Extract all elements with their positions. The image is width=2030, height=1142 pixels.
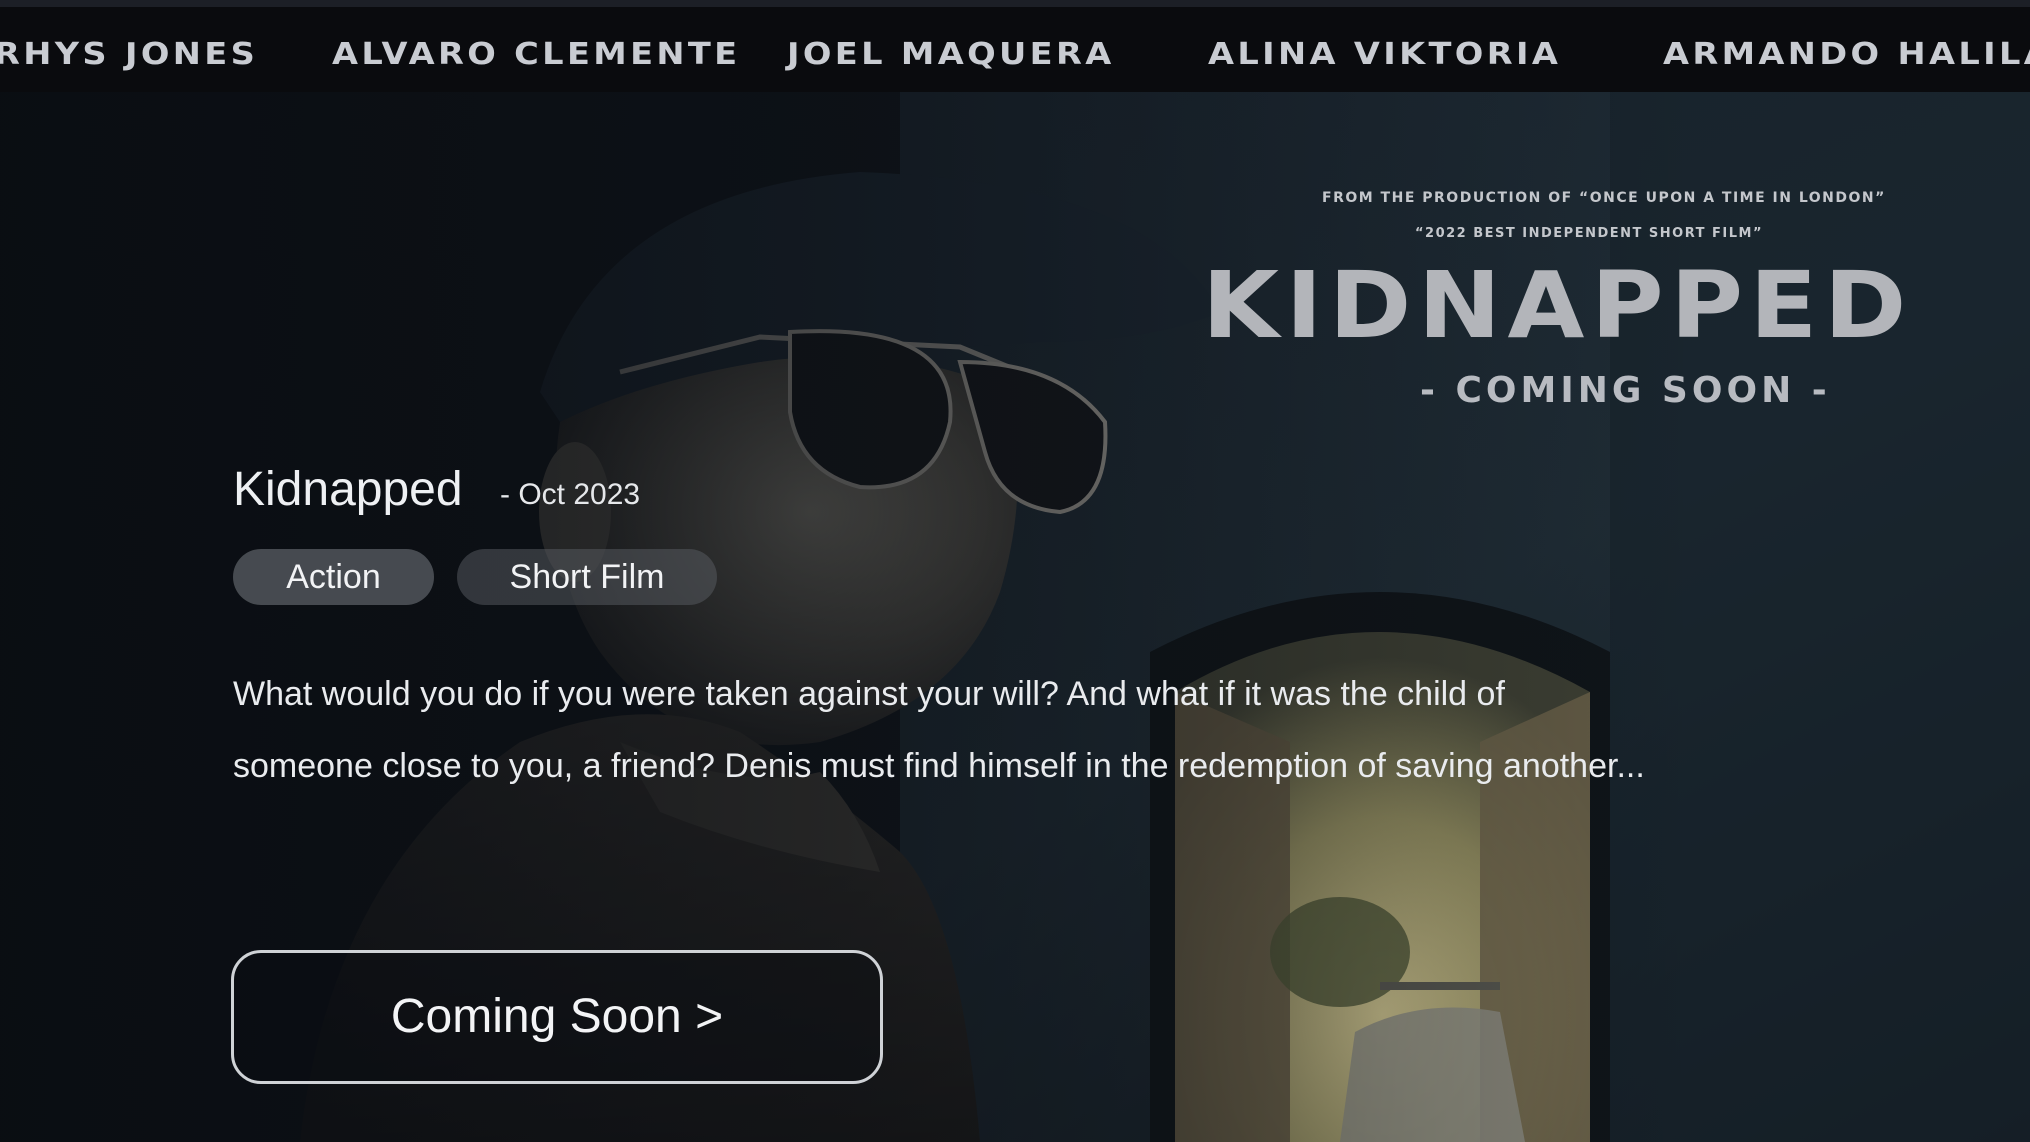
poster-production-credit: From the production of “Once upon a time… — [1322, 190, 1886, 206]
cast-name-5[interactable]: Armando Halilaj — [1663, 37, 2030, 72]
genre-tag-short-film[interactable]: Short Film — [457, 549, 717, 605]
cast-name-1[interactable]: Rhys Jones — [0, 37, 258, 72]
genre-tag-action[interactable]: Action — [233, 549, 434, 605]
movie-title: Kidnapped — [233, 463, 463, 516]
release-date: - Oct 2023 — [500, 478, 641, 511]
cast-name-3[interactable]: Joel Maquera — [787, 37, 1115, 72]
movie-synopsis: What would you do if you were taken agai… — [233, 675, 1645, 785]
cast-name-2[interactable]: Alvaro Clemente — [332, 37, 740, 72]
poster-title: Kidnapped — [1202, 252, 1913, 359]
poster-award-line: “2022 Best Independent Short Film” — [1415, 226, 1764, 241]
coming-soon-button[interactable]: Coming Soon > — [231, 950, 883, 1084]
poster-coming-soon: - Coming Soon - — [1420, 370, 1831, 411]
cast-name-4[interactable]: Alina Viktoria — [1208, 37, 1561, 72]
cast-marquee-bar: Rhys Jones Alvaro Clemente Joel Maquera … — [0, 0, 2030, 92]
